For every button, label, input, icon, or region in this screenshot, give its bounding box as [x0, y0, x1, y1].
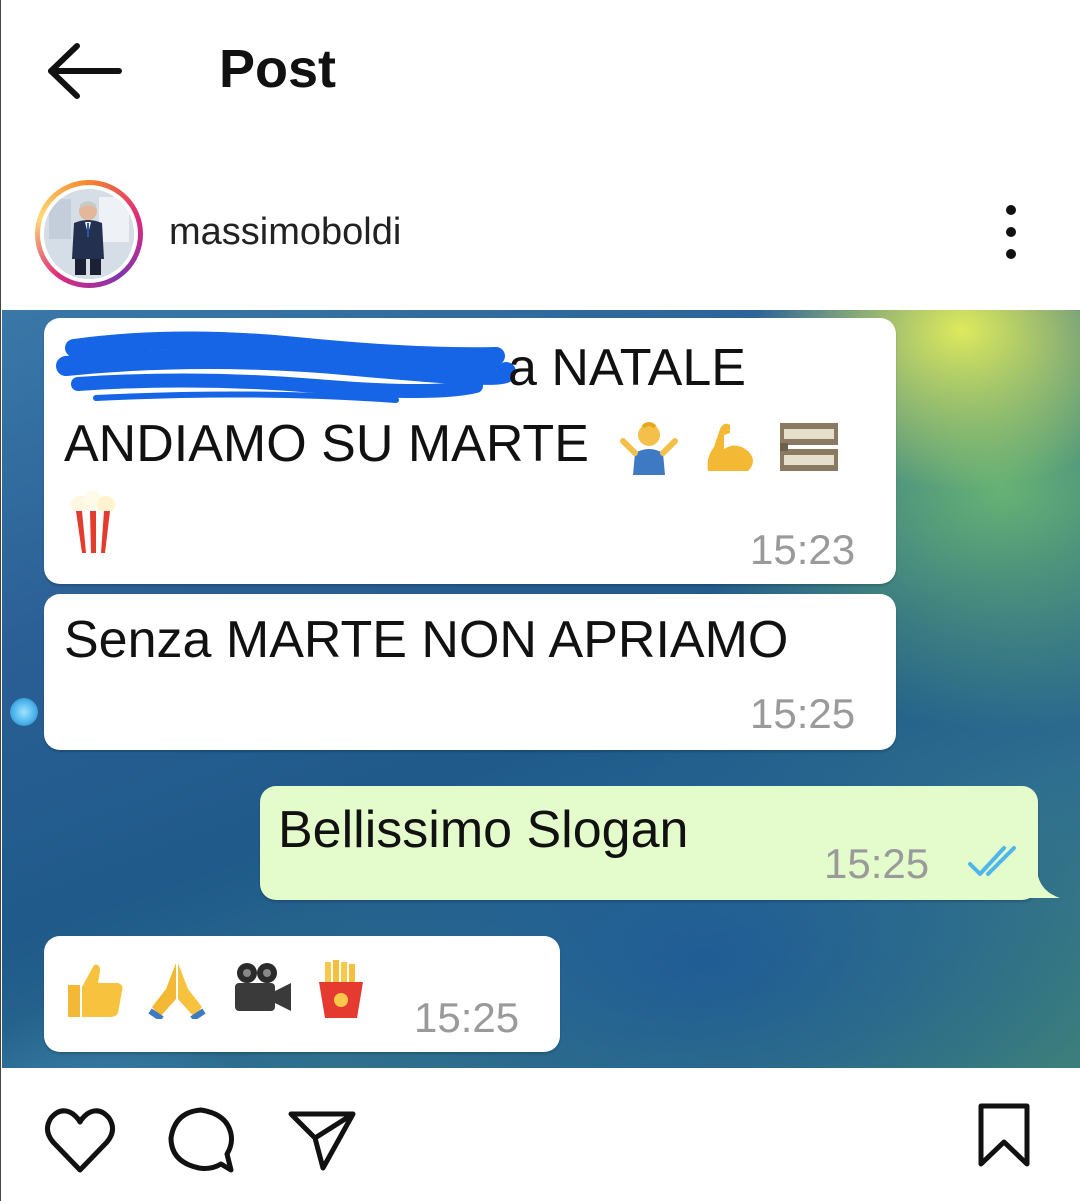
message-text: Senza MARTE NON APRIAMO	[64, 611, 789, 669]
more-vertical-icon	[1006, 205, 1016, 259]
avatar-photo	[44, 189, 134, 279]
message-bubble-incoming[interactable]: 15:25	[44, 936, 560, 1052]
thumbs-up-emoji	[68, 964, 123, 1018]
background-bokeh	[10, 698, 38, 726]
message-timestamp: 15:23	[750, 526, 856, 573]
message-timestamp: 15:25	[824, 840, 930, 887]
flexed-biceps-emoji	[707, 423, 753, 472]
share-button[interactable]	[285, 1104, 359, 1176]
message-text-line: a NATALE	[508, 339, 746, 397]
message-text: ANDIAMO SU MARTE	[64, 415, 589, 473]
film-frames-emoji	[780, 423, 839, 472]
message-text-line: ANDIAMO SU MARTE	[64, 408, 840, 480]
comment-button[interactable]	[165, 1104, 237, 1176]
emoji-row	[64, 950, 369, 1022]
read-receipt-icon	[968, 846, 1016, 876]
man-shrugging-emoji	[620, 422, 679, 476]
message-text-line	[66, 484, 120, 556]
post-screen: Post massimoboldi a NATALE ANDIAMO SU MA…	[0, 0, 1080, 1201]
movie-camera-emoji	[234, 963, 291, 1012]
like-button[interactable]	[43, 1106, 117, 1176]
page-title: Post	[219, 39, 337, 99]
message-bubble-incoming[interactable]: Senza MARTE NON APRIAMO 15:25	[44, 594, 896, 750]
popcorn-emoji	[71, 491, 115, 554]
folded-hands-emoji	[148, 963, 207, 1020]
comment-icon	[168, 1107, 234, 1173]
heart-icon	[45, 1108, 115, 1173]
post-image[interactable]: a NATALE ANDIAMO SU MARTE 15:23 Senza MA…	[2, 310, 1080, 1068]
message-timestamp: 15:25	[414, 994, 520, 1041]
top-bar: Post	[1, 0, 1080, 140]
story-ring[interactable]	[35, 180, 143, 288]
username[interactable]: massimoboldi	[169, 210, 401, 254]
redaction-scribble	[56, 331, 516, 403]
send-icon	[288, 1111, 356, 1171]
bubble-tail	[1028, 876, 1060, 898]
message-bubble-outgoing[interactable]: Bellissimo Slogan 15:25	[260, 786, 1038, 900]
more-options-button[interactable]	[991, 200, 1031, 264]
message-bubble-incoming[interactable]: a NATALE ANDIAMO SU MARTE 15:23	[44, 318, 896, 584]
message-timestamp: 15:25	[750, 690, 856, 737]
post-header: massimoboldi	[1, 170, 1080, 300]
save-button[interactable]	[973, 1100, 1035, 1170]
message-text: Bellissimo Slogan	[278, 801, 689, 859]
post-action-bar	[1, 1070, 1080, 1201]
back-button[interactable]	[41, 36, 127, 106]
arrow-left-icon	[48, 43, 122, 99]
bookmark-icon	[978, 1103, 1030, 1167]
avatar	[44, 189, 134, 279]
french-fries-emoji	[319, 960, 364, 1019]
